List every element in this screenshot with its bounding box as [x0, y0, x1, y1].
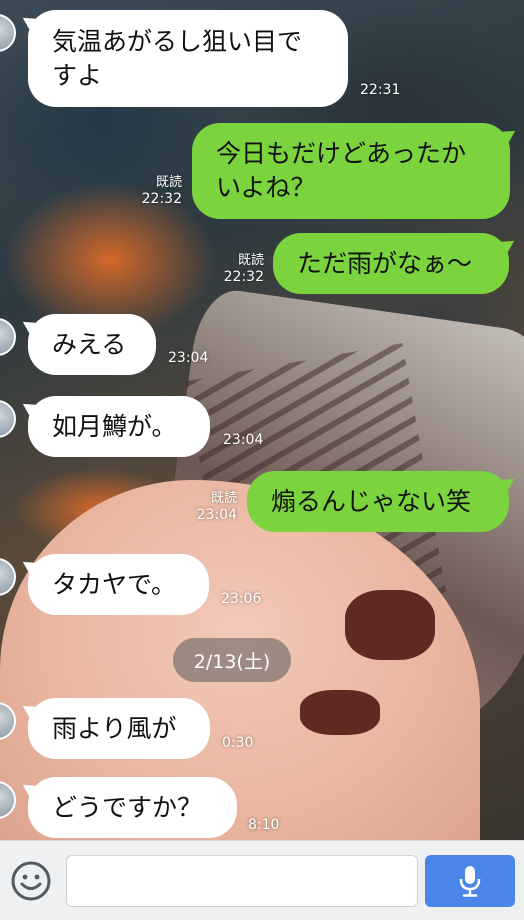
microphone-button[interactable]	[425, 855, 515, 907]
message-time: 23:04	[196, 507, 237, 523]
message-text: 気温あがるし狙い目で すよ	[52, 26, 303, 90]
read-receipt: 既読	[210, 491, 237, 506]
message-bubble-incoming[interactable]: 気温あがるし狙い目で すよ	[28, 10, 348, 107]
message-text: タカヤで。	[52, 569, 177, 599]
message-bubble-incoming[interactable]: どうですか？	[28, 777, 237, 838]
message-bubble-incoming[interactable]: 如月鱒が。	[28, 396, 210, 457]
message-text: 煽るんじゃない笑	[271, 486, 472, 516]
message-time: 22:32	[223, 269, 264, 285]
message-time: 23:06	[221, 591, 262, 607]
date-separator: 2/13(土)	[173, 638, 291, 682]
message-bubble-incoming[interactable]: みえる	[28, 314, 156, 375]
message-time: 23:04	[168, 350, 209, 366]
message-bubble-incoming[interactable]: タカヤで。	[28, 554, 209, 615]
message-time: 22:31	[360, 82, 401, 98]
message-input-bar	[0, 840, 524, 920]
smiley-icon[interactable]	[10, 860, 52, 902]
read-receipt: 既読	[237, 253, 264, 268]
read-receipt: 既読	[155, 175, 182, 190]
message-text: 今日もだけどあったか いよね？	[216, 139, 467, 202]
message-text: ただ雨がなぁ〜	[297, 248, 473, 278]
message-text-field[interactable]	[66, 855, 418, 907]
microphone-icon	[459, 866, 481, 897]
message-text: みえる	[52, 329, 127, 359]
message-meta: 既読 22:32	[210, 252, 264, 286]
message-time: 8:10	[248, 817, 280, 833]
message-time: 22:32	[141, 191, 182, 207]
message-bubble-outgoing[interactable]: ただ雨がなぁ〜	[273, 233, 509, 294]
message-time: 0:30	[222, 735, 254, 751]
message-text: 如月鱒が。	[52, 411, 177, 441]
message-meta: 既読 23:04	[183, 490, 237, 524]
message-bubble-outgoing[interactable]: 煽るんじゃない笑	[247, 471, 509, 532]
message-bubble-incoming[interactable]: 雨より風が	[28, 698, 210, 759]
message-meta: 既読 22:32	[128, 174, 182, 208]
message-bubble-outgoing[interactable]: 今日もだけどあったか いよね？	[192, 123, 510, 219]
background-spot	[345, 590, 435, 660]
message-text: 雨より風が	[52, 713, 177, 743]
message-text: どうですか？	[52, 792, 203, 822]
message-time: 23:04	[223, 432, 264, 448]
background-spot	[300, 690, 380, 735]
